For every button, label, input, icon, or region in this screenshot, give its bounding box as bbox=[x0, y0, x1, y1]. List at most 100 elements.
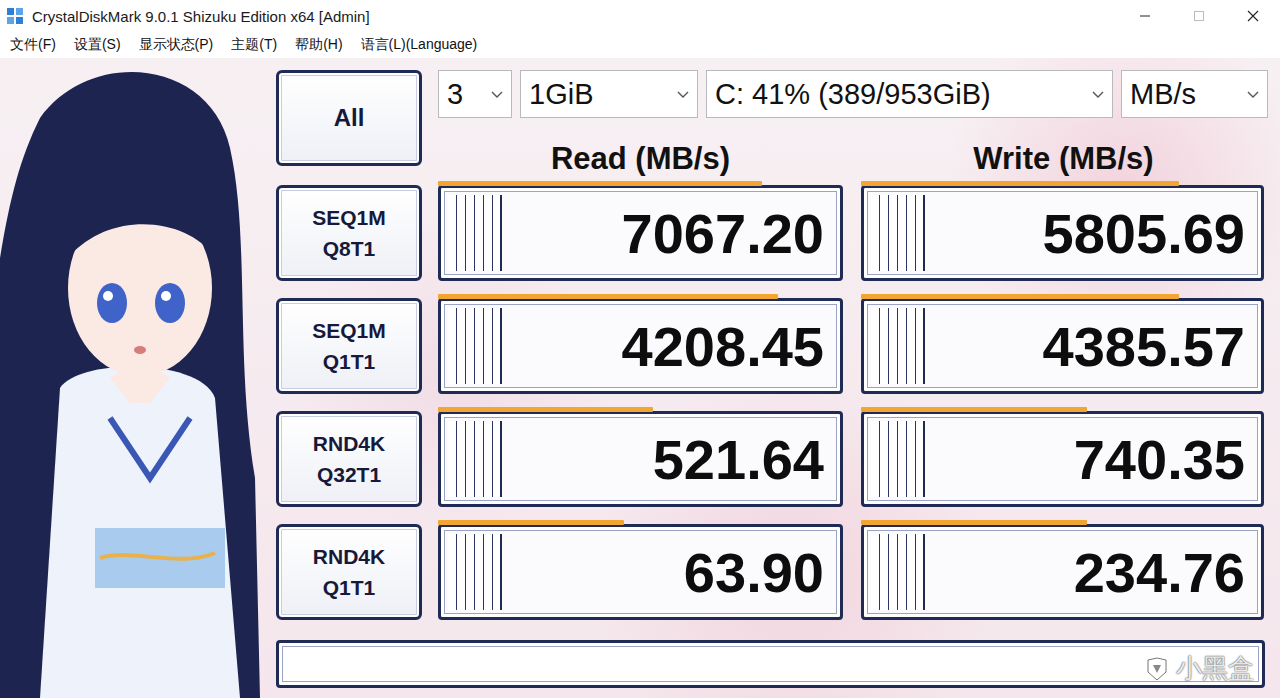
menu-item[interactable]: 设置(S) bbox=[74, 36, 121, 54]
write-value: 5805.69 bbox=[925, 188, 1261, 278]
stripe-decoration bbox=[448, 308, 502, 384]
size-dropdown[interactable]: 1GiB bbox=[520, 70, 698, 118]
window-title: CrystalDiskMark 9.0.1 Shizuku Edition x6… bbox=[32, 8, 1118, 25]
stripe-decoration bbox=[871, 195, 925, 271]
all-button[interactable]: All bbox=[276, 70, 422, 166]
main-area: All 3 1GiB C: 41% (389/953GiB) MB/s Read (MB/… bbox=[0, 58, 1280, 698]
meter-fill bbox=[861, 294, 1179, 299]
top-section: All 3 1GiB C: 41% (389/953GiB) MB/s Read (MB/… bbox=[276, 70, 1265, 180]
read-value: 4208.45 bbox=[502, 301, 840, 391]
status-bar bbox=[276, 640, 1265, 688]
chevron-down-icon bbox=[1245, 86, 1261, 102]
maximize-icon bbox=[1193, 10, 1205, 22]
read-value-text: 521.64 bbox=[653, 427, 824, 492]
meter-fill bbox=[861, 520, 1087, 525]
meter-fill bbox=[438, 407, 653, 412]
read-value-text: 7067.20 bbox=[622, 201, 824, 266]
meter-fill bbox=[438, 294, 778, 299]
menu-item[interactable]: 语言(L)(Language) bbox=[361, 36, 478, 54]
read-header: Read (MB/s) bbox=[438, 127, 843, 177]
stripe-decoration bbox=[871, 308, 925, 384]
read-result: 4208.45 bbox=[438, 298, 843, 394]
settings-row: 3 1GiB C: 41% (389/953GiB) MB/s bbox=[438, 70, 1268, 118]
write-result: 5805.69 bbox=[861, 185, 1264, 281]
test-button[interactable]: RND4KQ32T1 bbox=[276, 411, 422, 507]
character-art bbox=[0, 58, 272, 698]
chevron-down-icon bbox=[675, 86, 691, 102]
read-value-text: 63.90 bbox=[684, 540, 824, 605]
write-result: 740.35 bbox=[861, 411, 1264, 507]
read-result: 521.64 bbox=[438, 411, 843, 507]
meter-track bbox=[861, 520, 1264, 525]
write-value: 4385.57 bbox=[925, 301, 1261, 391]
count-dropdown[interactable]: 3 bbox=[438, 70, 512, 118]
count-dropdown-value: 3 bbox=[447, 78, 485, 111]
stripe-decoration bbox=[448, 534, 502, 610]
size-dropdown-value: 1GiB bbox=[529, 78, 671, 111]
watermark-logo-icon bbox=[1144, 656, 1170, 682]
drive-dropdown[interactable]: C: 41% (389/953GiB) bbox=[706, 70, 1113, 118]
menu-item[interactable]: 主题(T) bbox=[231, 36, 277, 54]
meter-track bbox=[861, 181, 1264, 186]
test-name: RND4K bbox=[313, 541, 385, 573]
app-icon bbox=[6, 7, 24, 25]
meter-track bbox=[438, 520, 843, 525]
read-result: 63.90 bbox=[438, 524, 843, 620]
write-value: 740.35 bbox=[925, 414, 1261, 504]
stripe-decoration bbox=[871, 421, 925, 497]
close-icon bbox=[1247, 10, 1259, 22]
read-value: 63.90 bbox=[502, 527, 840, 617]
write-header: Write (MB/s) bbox=[861, 127, 1266, 177]
test-params: Q8T1 bbox=[323, 233, 376, 265]
meter-track bbox=[438, 407, 843, 412]
minimize-icon bbox=[1139, 10, 1151, 22]
meter-track bbox=[438, 294, 843, 299]
watermark: 小黑盒 bbox=[1144, 651, 1254, 686]
write-result: 4385.57 bbox=[861, 298, 1264, 394]
meter-track bbox=[438, 181, 843, 186]
unit-dropdown[interactable]: MB/s bbox=[1121, 70, 1268, 118]
all-button-label: All bbox=[334, 100, 365, 136]
stripe-decoration bbox=[448, 195, 502, 271]
character-illustration bbox=[0, 58, 272, 698]
write-result: 234.76 bbox=[861, 524, 1264, 620]
test-button[interactable]: RND4KQ1T1 bbox=[276, 524, 422, 620]
result-row: SEQ1MQ1T1 4208.45 4385.57 bbox=[276, 298, 1265, 394]
result-row: RND4KQ1T1 63.90 234.76 bbox=[276, 524, 1265, 620]
close-button[interactable] bbox=[1226, 0, 1280, 32]
read-value: 7067.20 bbox=[502, 188, 840, 278]
maximize-button[interactable] bbox=[1172, 0, 1226, 32]
test-params: Q1T1 bbox=[323, 572, 376, 604]
test-params: Q1T1 bbox=[323, 346, 376, 378]
minimize-button[interactable] bbox=[1118, 0, 1172, 32]
test-button[interactable]: SEQ1MQ8T1 bbox=[276, 185, 422, 281]
meter-fill bbox=[438, 181, 762, 186]
write-value-text: 5805.69 bbox=[1043, 201, 1245, 266]
test-button[interactable]: SEQ1MQ1T1 bbox=[276, 298, 422, 394]
menu-item[interactable]: 显示状态(P) bbox=[139, 36, 214, 54]
drive-dropdown-value: C: 41% (389/953GiB) bbox=[715, 78, 1086, 111]
test-name: RND4K bbox=[313, 428, 385, 460]
read-value: 521.64 bbox=[502, 414, 840, 504]
meter-fill bbox=[861, 407, 1087, 412]
column-headers: Read (MB/s) Write (MB/s) bbox=[438, 124, 1268, 180]
unit-dropdown-value: MB/s bbox=[1130, 78, 1241, 111]
write-value: 234.76 bbox=[925, 527, 1261, 617]
read-value-text: 4208.45 bbox=[622, 314, 824, 379]
meter-track bbox=[861, 294, 1264, 299]
watermark-text: 小黑盒 bbox=[1176, 651, 1254, 686]
test-params: Q32T1 bbox=[317, 459, 381, 491]
test-name: SEQ1M bbox=[312, 202, 386, 234]
menu-item[interactable]: 帮助(H) bbox=[295, 36, 342, 54]
meter-fill bbox=[438, 520, 624, 525]
write-value-text: 740.35 bbox=[1074, 427, 1245, 492]
stripe-decoration bbox=[871, 534, 925, 610]
window-controls bbox=[1118, 0, 1280, 32]
meter-fill bbox=[861, 181, 1179, 186]
benchmark-panel: All 3 1GiB C: 41% (389/953GiB) MB/s Read (MB/… bbox=[272, 58, 1280, 698]
read-result: 7067.20 bbox=[438, 185, 843, 281]
title-bar: CrystalDiskMark 9.0.1 Shizuku Edition x6… bbox=[0, 0, 1280, 32]
stripe-decoration bbox=[448, 421, 502, 497]
write-value-text: 234.76 bbox=[1074, 540, 1245, 605]
menu-item[interactable]: 文件(F) bbox=[10, 36, 56, 54]
